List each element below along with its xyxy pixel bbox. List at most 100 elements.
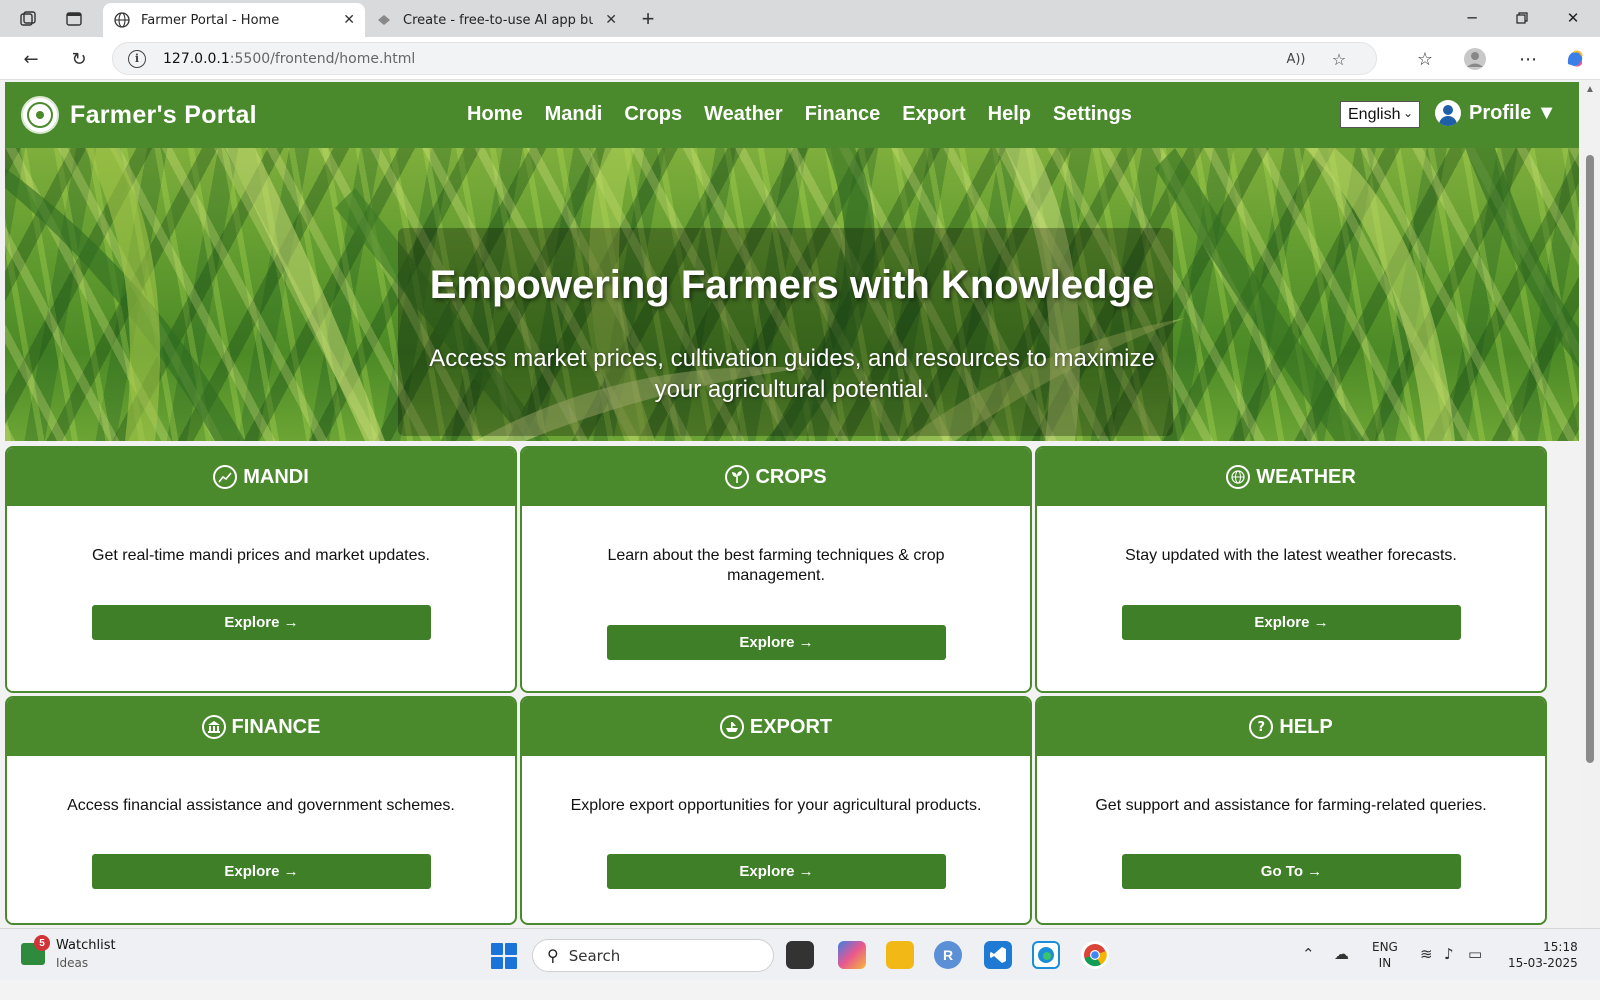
export-explore-button[interactable]: Explore → (607, 854, 946, 889)
more-options-icon[interactable]: ⋯ (1515, 46, 1541, 72)
site-header: Farmer's Portal Home Mandi Crops Weather… (5, 82, 1579, 148)
back-icon[interactable]: ← (18, 46, 44, 72)
card-description: Access financial assistance and governme… (67, 797, 455, 814)
sprout-icon (725, 465, 750, 489)
chart-icon (213, 465, 238, 489)
minimize-icon[interactable]: ─ (1462, 8, 1482, 28)
globe-icon (113, 11, 131, 29)
card-mandi: MANDI Get real-time mandi prices and mar… (5, 446, 517, 693)
nav-export[interactable]: Export (902, 103, 965, 126)
close-tab-icon[interactable]: ✕ (605, 12, 617, 28)
clock-time: 15:18 (1543, 940, 1578, 954)
close-tab-icon[interactable]: ✕ (343, 12, 355, 28)
favorites-icon[interactable]: ☆ (1412, 46, 1438, 72)
restore-icon[interactable] (1512, 8, 1532, 28)
card-export: EXPORT Explore export opportunities for … (520, 696, 1032, 925)
language-value: English (1348, 105, 1401, 123)
card-header: CROPS (522, 448, 1030, 506)
address-bar[interactable]: i 127.0.0.1:5500/frontend/home.html A)) … (112, 42, 1377, 75)
close-window-icon[interactable]: ✕ (1563, 8, 1583, 28)
file-explorer-icon[interactable] (886, 941, 914, 969)
card-finance: FINANCE Access financial assistance and … (5, 696, 517, 925)
nav-mandi[interactable]: Mandi (545, 103, 603, 126)
nav-crops[interactable]: Crops (624, 103, 682, 126)
weather-explore-button[interactable]: Explore → (1122, 605, 1461, 640)
nav-help[interactable]: Help (988, 103, 1031, 126)
portal-logo[interactable] (21, 96, 59, 134)
app-builder-icon (375, 11, 393, 29)
main-nav: Home Mandi Crops Weather Finance Export … (467, 103, 1132, 126)
url-text[interactable]: 127.0.0.1:5500/frontend/home.html (163, 51, 415, 67)
site-brand[interactable]: Farmer's Portal (70, 101, 257, 130)
workspaces-icon[interactable] (17, 8, 39, 30)
hero-banner: Empowering Farmers with Knowledge Access… (5, 148, 1579, 441)
lang-line2: IN (1378, 956, 1392, 970)
card-crops: CROPS Learn about the best farming techn… (520, 446, 1032, 693)
scroll-up-icon[interactable]: ▲ (1585, 84, 1595, 95)
widget-title[interactable]: Watchlist (56, 938, 116, 953)
refresh-icon[interactable]: ↻ (66, 46, 92, 72)
card-description: Get support and assistance for farming-r… (1095, 797, 1487, 814)
search-icon: ⚲ (547, 946, 559, 965)
tab-title: Farmer Portal - Home (141, 12, 280, 28)
clock[interactable]: 15:18 15-03-2025 (1508, 939, 1578, 971)
copilot-icon[interactable] (1562, 46, 1588, 72)
new-tab-icon[interactable]: + (637, 6, 659, 31)
url-path: :5500/frontend/home.html (229, 50, 416, 67)
card-description: Stay updated with the latest weather for… (1125, 547, 1457, 564)
card-title: MANDI (243, 465, 309, 488)
lang-line1: ENG (1372, 940, 1398, 954)
language-select[interactable]: English ⌄ (1340, 101, 1420, 128)
wifi-icon[interactable]: ≋ (1420, 945, 1433, 963)
help-icon: ? (1249, 715, 1274, 739)
card-header: FINANCE (7, 698, 515, 756)
card-header: ? HELP (1037, 698, 1545, 756)
windows-start-icon[interactable] (491, 943, 517, 969)
nav-home[interactable]: Home (467, 103, 523, 126)
site-info-icon[interactable]: i (128, 49, 146, 68)
url-host: 127.0.0.1 (163, 50, 230, 67)
input-language[interactable]: ENG IN (1372, 939, 1398, 971)
chevron-up-icon[interactable]: ⌃ (1302, 945, 1315, 963)
finance-explore-button[interactable]: Explore → (92, 854, 431, 889)
volume-icon[interactable]: ♪ (1444, 945, 1454, 963)
hero-title: Empowering Farmers with Knowledge (429, 263, 1155, 307)
r-app-icon[interactable]: R (934, 941, 962, 969)
scroll-thumb[interactable] (1586, 155, 1594, 763)
tab-farmer-portal[interactable]: Farmer Portal - Home ✕ (103, 3, 365, 37)
bank-icon (201, 715, 226, 739)
clock-date: 15-03-2025 (1508, 956, 1578, 970)
nav-weather[interactable]: Weather (704, 103, 783, 126)
card-header: EXPORT (522, 698, 1030, 756)
vscode-icon[interactable] (984, 941, 1012, 969)
mandi-explore-button[interactable]: Explore → (92, 605, 431, 640)
account-avatar-icon[interactable] (1462, 46, 1488, 72)
help-goto-button[interactable]: Go To → (1122, 854, 1461, 889)
taskbar-search[interactable]: ⚲ Search (532, 939, 774, 972)
battery-icon[interactable]: ▭ (1468, 945, 1482, 963)
page-scrollbar[interactable]: ▲ ▼ (1580, 80, 1600, 946)
tab-title: Create - free-to-use AI app builde (403, 12, 593, 28)
card-header: MANDI (7, 448, 515, 506)
profile-label: Profile ▼ (1469, 101, 1557, 124)
crops-explore-button[interactable]: Explore → (607, 625, 946, 660)
chrome-icon[interactable] (1081, 941, 1109, 969)
notification-badge: 5 (34, 935, 50, 951)
logo-emblem (27, 102, 53, 128)
copilot-app-icon[interactable] (838, 941, 866, 969)
card-title: HELP (1279, 715, 1333, 738)
task-view-icon[interactable] (786, 941, 814, 969)
card-header: WEATHER (1037, 448, 1545, 506)
cloud-icon[interactable]: ☁ (1334, 945, 1349, 963)
profile-menu[interactable]: Profile ▼ (1435, 100, 1557, 126)
windows-taskbar: 5 Watchlist Ideas ⚲ Search R ⌃ ☁ ENG IN … (0, 928, 1600, 980)
read-aloud-icon[interactable]: A)) (1285, 48, 1307, 70)
favorite-star-icon[interactable]: ☆ (1328, 48, 1350, 70)
edge-browser-icon[interactable] (1032, 941, 1060, 969)
hero-subtitle: Access market prices, cultivation guides… (429, 345, 1155, 403)
nav-finance[interactable]: Finance (805, 103, 881, 126)
tab-actions-icon[interactable] (63, 8, 85, 30)
tab-create-ai-app[interactable]: Create - free-to-use AI app builde ✕ (365, 3, 627, 37)
nav-settings[interactable]: Settings (1053, 103, 1132, 126)
browser-tab-bar: Farmer Portal - Home ✕ Create - free-to-… (0, 0, 1600, 37)
